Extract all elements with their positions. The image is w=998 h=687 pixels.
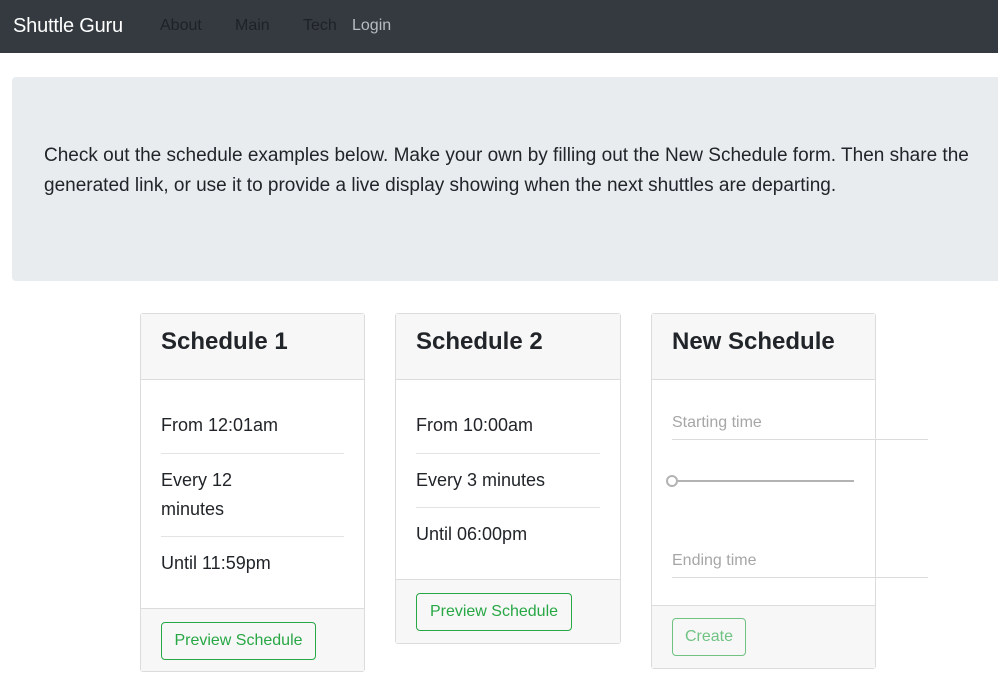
card-header: New Schedule — [652, 314, 875, 380]
nav-link-tech[interactable]: Tech — [303, 16, 337, 36]
preview-schedule-button[interactable]: Preview Schedule — [416, 593, 572, 631]
card-header: Schedule 1 — [141, 314, 364, 380]
card-footer: Create — [652, 605, 875, 668]
list-item-until: Until 11:59pm — [161, 553, 271, 573]
time-slider[interactable] — [666, 474, 856, 488]
card-footer: Preview Schedule — [141, 608, 364, 671]
slider-thumb[interactable] — [666, 475, 678, 487]
card-title: New Schedule — [672, 328, 835, 355]
create-button[interactable]: Create — [672, 618, 746, 656]
schedule-card-1: Schedule 1 From 12:01am Every 12 minutes… — [140, 313, 365, 672]
nav-link-login[interactable]: Login — [352, 16, 391, 36]
card-footer: Preview Schedule — [396, 579, 620, 643]
card-title: Schedule 2 — [416, 328, 543, 355]
navbar: Shuttle Guru About Main Tech Login — [0, 0, 998, 53]
starting-time-input[interactable] — [672, 406, 928, 440]
nav-link-about[interactable]: About — [160, 16, 202, 36]
jumbotron: Check out the schedule examples below. M… — [12, 77, 998, 281]
ending-time-input[interactable] — [672, 544, 928, 578]
preview-schedule-button[interactable]: Preview Schedule — [161, 622, 316, 660]
list-item-from: From 10:00am — [416, 399, 600, 454]
card-title: Schedule 1 — [161, 328, 288, 355]
brand-link[interactable]: Shuttle Guru — [13, 13, 123, 39]
nav-link-main[interactable]: Main — [235, 16, 270, 36]
intro-text: Check out the schedule examples below. M… — [44, 145, 969, 196]
new-schedule-card: New Schedule Create — [651, 313, 928, 669]
list-item-every: Every 3 minutes — [416, 454, 600, 508]
card-header: Schedule 2 — [396, 314, 620, 380]
list-item-from: From 12:01am — [161, 399, 344, 454]
schedule-card-2: Schedule 2 From 10:00am Every 3 minutes … — [395, 313, 621, 644]
slider-track — [672, 480, 854, 482]
list-item-until: Until 06:00pm — [416, 524, 528, 544]
list-item-every: Every 12 minutes — [161, 454, 344, 537]
